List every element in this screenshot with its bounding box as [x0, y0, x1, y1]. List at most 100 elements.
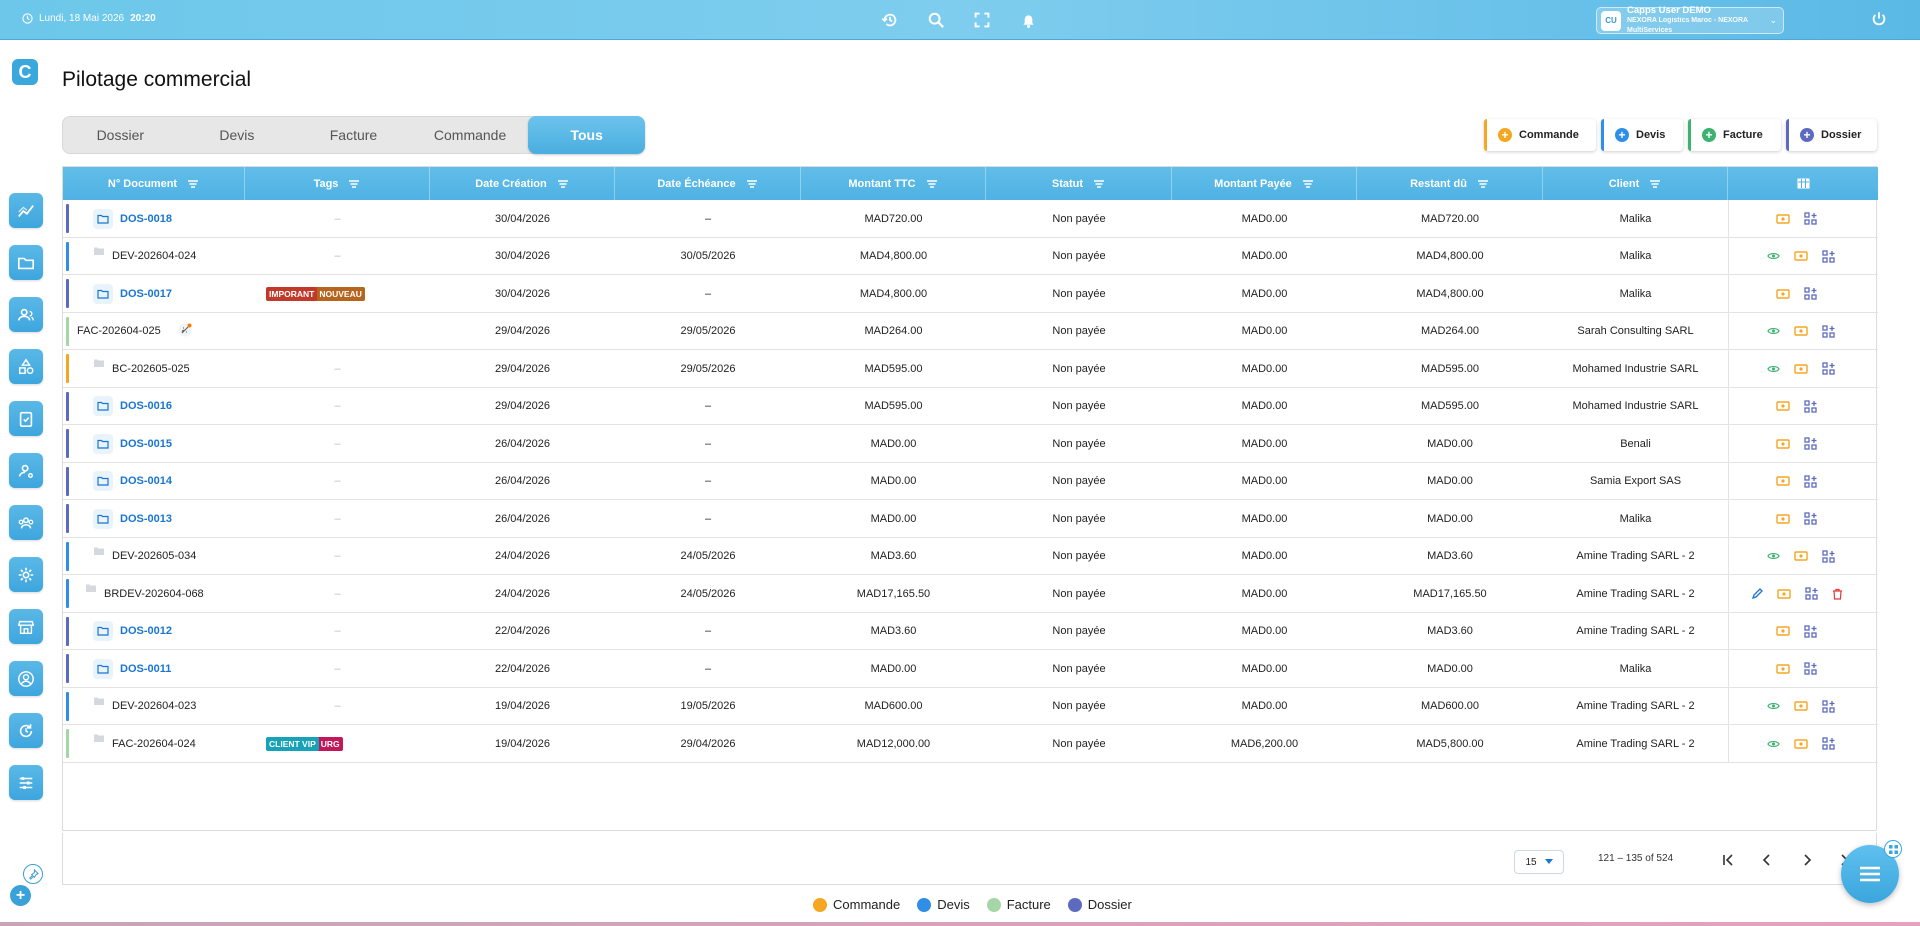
sidebar-item-tasks[interactable]: [9, 401, 43, 436]
column-header-tags[interactable]: Tags: [245, 167, 430, 200]
add-to-dossier-icon[interactable]: [1804, 475, 1817, 488]
document-number-cell[interactable]: FAC-202604-025: [63, 313, 245, 351]
add-to-dossier-icon[interactable]: [1804, 287, 1817, 300]
document-number-cell[interactable]: BC-202605-025: [63, 350, 245, 388]
tab-devis[interactable]: Devis: [179, 116, 296, 154]
add-to-dossier-icon[interactable]: [1822, 700, 1835, 713]
history-icon[interactable]: [880, 10, 900, 30]
sidebar-item-contacts[interactable]: [9, 297, 43, 332]
document-number[interactable]: DOS-0018: [120, 213, 172, 225]
document-number[interactable]: DOS-0017: [120, 288, 172, 300]
document-number-cell[interactable]: DOS-0018: [63, 200, 245, 238]
document-number-cell[interactable]: DOS-0016: [63, 388, 245, 426]
bell-icon[interactable]: [1018, 10, 1038, 30]
unlink-icon[interactable]: [178, 323, 192, 340]
payment-icon[interactable]: [1794, 551, 1808, 561]
sidebar-item-documents[interactable]: [9, 245, 43, 280]
document-number-cell[interactable]: DOS-0017: [63, 275, 245, 313]
add-to-dossier-icon[interactable]: [1804, 625, 1817, 638]
table-row[interactable]: DOS-0014 – 26/04/2026 – MAD0.00 Non payée MAD0…: [63, 462, 1878, 501]
payment-icon[interactable]: [1777, 589, 1791, 599]
document-number[interactable]: DOS-0013: [120, 513, 172, 525]
add-to-dossier-icon[interactable]: [1822, 737, 1835, 750]
column-header-document[interactable]: N° Document: [63, 167, 245, 200]
table-row[interactable]: DEV-202605-034 – 24/04/2026 24/05/2026 MAD3.…: [63, 537, 1878, 576]
edit-icon[interactable]: [1751, 587, 1763, 600]
table-row[interactable]: DOS-0013 – 26/04/2026 – MAD0.00 Non payée MAD0…: [63, 500, 1878, 538]
column-header-statut[interactable]: Statut: [986, 167, 1172, 200]
add-to-dossier-icon[interactable]: [1822, 550, 1835, 563]
add-to-dossier-icon[interactable]: [1804, 512, 1817, 525]
add-to-dossier-icon[interactable]: [1805, 587, 1818, 600]
previous-page-icon[interactable]: [1756, 849, 1778, 871]
sidebar-item-sync[interactable]: [9, 713, 43, 748]
payment-icon[interactable]: [1794, 739, 1808, 749]
payment-icon[interactable]: [1776, 626, 1790, 636]
document-number-cell[interactable]: DOS-0014: [63, 463, 245, 501]
add-to-dossier-icon[interactable]: [1804, 437, 1817, 450]
document-number-cell[interactable]: DOS-0011: [63, 650, 245, 688]
add-facture-button[interactable]: + Facture: [1688, 119, 1781, 151]
next-page-icon[interactable]: [1796, 849, 1818, 871]
table-row[interactable]: DOS-0015 – 26/04/2026 – MAD0.00 Non payée MAD0…: [63, 425, 1878, 463]
tab-dossier[interactable]: Dossier: [62, 116, 179, 154]
table-row[interactable]: DOS-0016 – 29/04/2026 – MAD595.00 Non payée MA…: [63, 387, 1878, 426]
sidebar-item-teams[interactable]: [9, 505, 43, 540]
user-menu[interactable]: CU Capps User DEMO NEXORA Logistics Maro…: [1596, 5, 1784, 34]
view-icon[interactable]: [1767, 364, 1780, 374]
app-logo[interactable]: C: [12, 59, 38, 85]
document-number[interactable]: DOS-0015: [120, 438, 172, 450]
view-icon[interactable]: [1767, 701, 1780, 711]
sidebar-item-dashboard[interactable]: [9, 193, 43, 228]
document-number[interactable]: DOS-0011: [120, 663, 171, 675]
sidebar-item-account[interactable]: [9, 453, 43, 488]
page-size-select[interactable]: 15: [1514, 850, 1564, 874]
add-icon[interactable]: +: [10, 885, 31, 906]
payment-icon[interactable]: [1794, 701, 1808, 711]
fullscreen-icon[interactable]: [972, 10, 992, 30]
payment-icon[interactable]: [1794, 364, 1808, 374]
document-number[interactable]: DOS-0016: [120, 400, 172, 412]
tab-commande[interactable]: Commande: [412, 116, 529, 154]
sidebar-item-profile[interactable]: [9, 661, 43, 696]
first-page-icon[interactable]: [1717, 849, 1739, 871]
sidebar-item-preferences[interactable]: [9, 765, 43, 800]
column-header-date-creation[interactable]: Date Création: [430, 167, 615, 200]
tab-facture[interactable]: Facture: [295, 116, 412, 154]
grid-icon[interactable]: [1884, 840, 1902, 858]
power-icon[interactable]: [1870, 10, 1890, 30]
column-header-montant-payee[interactable]: Montant Payée: [1172, 167, 1357, 200]
payment-icon[interactable]: [1794, 251, 1808, 261]
add-to-dossier-icon[interactable]: [1804, 212, 1817, 225]
payment-icon[interactable]: [1794, 326, 1808, 336]
payment-icon[interactable]: [1776, 664, 1790, 674]
document-number-cell[interactable]: DOS-0013: [63, 500, 245, 538]
pin-icon[interactable]: [23, 864, 43, 884]
add-to-dossier-icon[interactable]: [1804, 662, 1817, 675]
payment-icon[interactable]: [1776, 401, 1790, 411]
column-header-restant-du[interactable]: Restant dû: [1357, 167, 1543, 200]
sidebar-item-store[interactable]: [9, 609, 43, 644]
view-icon[interactable]: [1767, 326, 1780, 336]
add-to-dossier-icon[interactable]: [1822, 250, 1835, 263]
delete-icon[interactable]: [1832, 588, 1843, 600]
document-number-cell[interactable]: DEV-202604-024: [63, 238, 245, 276]
add-to-dossier-icon[interactable]: [1822, 325, 1835, 338]
table-row[interactable]: BRDEV-202604-068 – 24/04/2026 24/05/2026 MAD…: [63, 575, 1878, 613]
add-commande-button[interactable]: + Commande: [1484, 119, 1596, 151]
table-row[interactable]: DOS-0011 – 22/04/2026 – MAD0.00 Non payée MAD0…: [63, 650, 1878, 688]
document-number-cell[interactable]: BRDEV-202604-068: [63, 575, 245, 613]
column-header-client[interactable]: Client: [1543, 167, 1728, 200]
add-devis-button[interactable]: + Devis: [1601, 119, 1683, 151]
table-row[interactable]: BC-202605-025 – 29/04/2026 29/05/2026 MAD595…: [63, 350, 1878, 388]
add-to-dossier-icon[interactable]: [1804, 400, 1817, 413]
payment-icon[interactable]: [1776, 289, 1790, 299]
payment-icon[interactable]: [1776, 439, 1790, 449]
document-number[interactable]: DOS-0012: [120, 625, 172, 637]
sidebar-item-shapes[interactable]: [9, 349, 43, 384]
add-dossier-button[interactable]: + Dossier: [1786, 119, 1877, 151]
view-icon[interactable]: [1767, 251, 1780, 261]
column-header-date-echeance[interactable]: Date Échéance: [615, 167, 801, 200]
column-header-montant-ttc[interactable]: Montant TTC: [801, 167, 986, 200]
document-number-cell[interactable]: DEV-202605-034: [63, 538, 245, 576]
